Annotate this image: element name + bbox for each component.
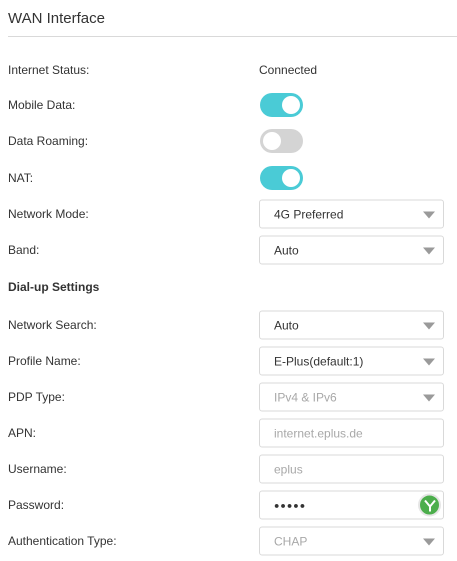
dialup-section-title: Dial-up Settings xyxy=(8,280,100,294)
pdp-type-value: IPv4 & IPv6 xyxy=(274,390,337,404)
username-label: Username: xyxy=(8,462,67,476)
nat-row: NAT: xyxy=(0,163,457,193)
band-select[interactable]: Auto xyxy=(259,235,444,265)
apn-row: APN: internet.eplus.de xyxy=(0,418,457,448)
password-label: Password: xyxy=(8,498,65,512)
data-roaming-row: Data Roaming: xyxy=(0,126,457,156)
username-value: eplus xyxy=(274,462,303,476)
mobile-data-row: Mobile Data: xyxy=(0,90,457,120)
data-roaming-toggle[interactable] xyxy=(260,129,303,153)
chevron-down-icon xyxy=(423,394,435,402)
profile-name-row: Profile Name: E-Plus(default:1) xyxy=(0,346,457,376)
chevron-down-icon xyxy=(423,538,435,546)
internet-status-row: Internet Status: Connected xyxy=(0,55,457,85)
profile-name-value: E-Plus(default:1) xyxy=(274,354,364,368)
page-title: WAN Interface xyxy=(8,10,105,27)
profile-name-select[interactable]: E-Plus(default:1) xyxy=(259,346,444,376)
auth-type-value: CHAP xyxy=(274,534,308,548)
chevron-down-icon xyxy=(423,211,435,219)
show-password-glyph xyxy=(424,499,436,512)
band-label: Band: xyxy=(8,243,40,257)
network-mode-row: Network Mode: 4G Preferred xyxy=(0,199,457,229)
internet-status-value: Connected xyxy=(259,63,318,77)
password-value: ●●●●● xyxy=(274,500,307,510)
network-mode-label: Network Mode: xyxy=(8,207,89,221)
auth-type-label: Authentication Type: xyxy=(8,534,117,548)
pdp-type-select[interactable]: IPv4 & IPv6 xyxy=(259,382,444,412)
band-row: Band: Auto xyxy=(0,235,457,265)
show-password-icon[interactable] xyxy=(418,493,441,517)
nat-toggle[interactable] xyxy=(260,166,303,190)
pdp-type-label: PDP Type: xyxy=(8,390,65,404)
password-row: Password: ●●●●● xyxy=(0,490,457,520)
mobile-data-toggle[interactable] xyxy=(260,93,303,117)
apn-input[interactable]: internet.eplus.de xyxy=(259,418,444,448)
apn-value: internet.eplus.de xyxy=(274,426,363,440)
network-mode-select[interactable]: 4G Preferred xyxy=(259,199,444,229)
network-mode-value: 4G Preferred xyxy=(274,207,344,221)
title-divider xyxy=(8,36,457,37)
password-input[interactable]: ●●●●● xyxy=(259,490,444,520)
auth-type-row: Authentication Type: CHAP xyxy=(0,526,457,556)
internet-status-label: Internet Status: xyxy=(8,63,90,77)
chevron-down-icon xyxy=(423,358,435,366)
toggle-knob xyxy=(282,169,300,187)
nat-label: NAT: xyxy=(8,171,34,185)
network-search-select[interactable]: Auto xyxy=(259,310,444,340)
band-value: Auto xyxy=(274,243,299,257)
data-roaming-label: Data Roaming: xyxy=(8,134,89,148)
network-search-label: Network Search: xyxy=(8,318,97,332)
username-input[interactable]: eplus xyxy=(259,454,444,484)
profile-name-label: Profile Name: xyxy=(8,354,81,368)
mobile-data-label: Mobile Data: xyxy=(8,98,76,112)
pdp-type-row: PDP Type: IPv4 & IPv6 xyxy=(0,382,457,412)
chevron-down-icon xyxy=(423,322,435,330)
username-row: Username: eplus xyxy=(0,454,457,484)
network-search-value: Auto xyxy=(274,318,299,332)
toggle-knob xyxy=(263,132,281,150)
auth-type-select[interactable]: CHAP xyxy=(259,526,444,556)
network-search-row: Network Search: Auto xyxy=(0,310,457,340)
chevron-down-icon xyxy=(423,247,435,255)
apn-label: APN: xyxy=(8,426,37,440)
toggle-knob xyxy=(282,96,300,114)
